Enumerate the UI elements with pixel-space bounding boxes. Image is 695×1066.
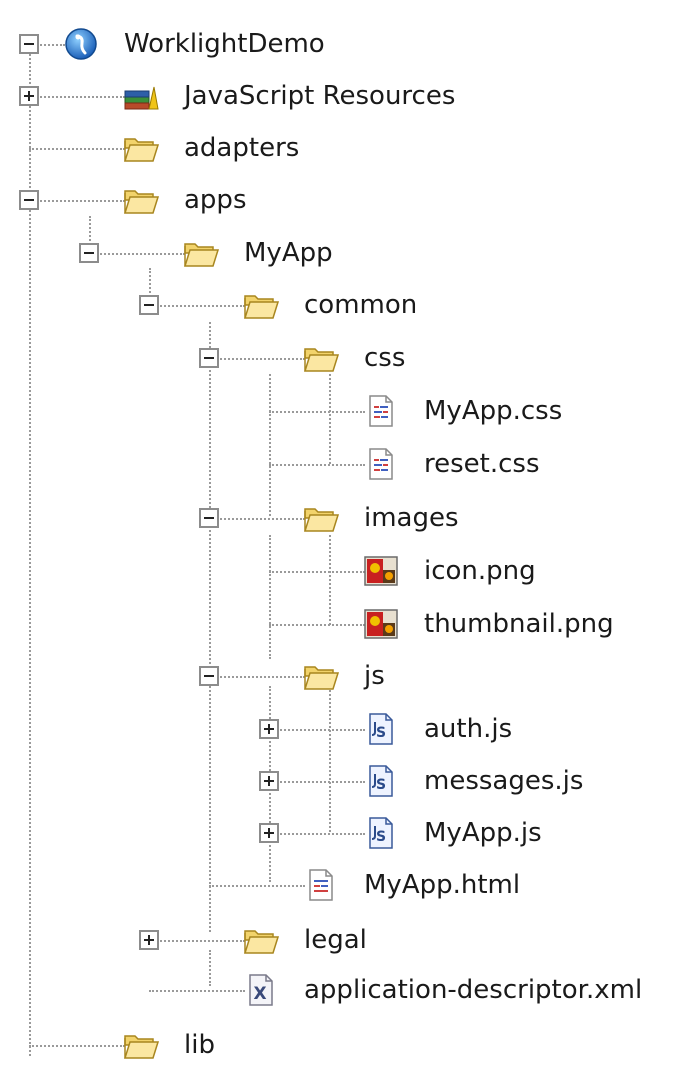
tree-row[interactable]: MyApp <box>0 236 695 270</box>
folder-icon <box>303 501 340 535</box>
folder-icon <box>123 1028 160 1062</box>
tree-row[interactable]: S MyApp.js <box>0 816 695 850</box>
tree-row[interactable]: reset.css <box>0 447 695 481</box>
tree-item-label[interactable]: MyApp.css <box>424 394 562 428</box>
tree-item-label[interactable]: WorklightDemo <box>124 27 325 61</box>
tree-row[interactable]: MyApp.css <box>0 394 695 428</box>
collapse-toggle[interactable] <box>199 508 219 528</box>
tree-item-label[interactable]: auth.js <box>424 712 512 746</box>
tree-row[interactable]: icon.png <box>0 554 695 588</box>
tree-item-label[interactable]: css <box>364 341 405 375</box>
tree-item-label[interactable]: common <box>304 288 417 322</box>
tree-item-label[interactable]: JavaScript Resources <box>184 79 455 113</box>
js-file-icon: S <box>363 712 399 746</box>
tree-item-label[interactable]: messages.js <box>424 764 583 798</box>
folder-icon <box>243 288 280 322</box>
tree-item-label[interactable]: MyApp.js <box>424 816 542 850</box>
tree-item-label[interactable]: icon.png <box>424 554 536 588</box>
tree-guide-line <box>329 686 331 832</box>
collapse-toggle[interactable] <box>199 666 219 686</box>
image-file-icon <box>363 607 399 641</box>
expand-toggle[interactable] <box>259 771 279 791</box>
tree-row[interactable]: css <box>0 341 695 375</box>
folder-icon <box>303 659 340 693</box>
tree-row[interactable]: Xapplication-descriptor.xml <box>0 973 695 1007</box>
image-file-icon <box>363 554 399 588</box>
tree-row[interactable]: JavaScript Resources <box>0 79 695 113</box>
html-file-icon <box>303 868 339 902</box>
tree-row[interactable]: images <box>0 501 695 535</box>
expand-toggle[interactable] <box>259 823 279 843</box>
javascript-resources-icon <box>123 79 159 113</box>
folder-icon <box>303 341 340 375</box>
folder-icon <box>123 131 160 165</box>
collapse-toggle[interactable] <box>19 190 39 210</box>
folder-icon <box>183 236 220 270</box>
tree-row[interactable]: lib <box>0 1028 695 1062</box>
tree-item-label[interactable]: reset.css <box>424 447 540 481</box>
folder-icon <box>123 183 160 217</box>
tree-row[interactable]: js <box>0 659 695 693</box>
svg-text:S: S <box>376 777 386 793</box>
css-file-icon <box>363 394 399 428</box>
tree-row[interactable]: Sauth.js <box>0 712 695 746</box>
tree-row[interactable]: thumbnail.png <box>0 607 695 641</box>
xml-file-icon: X <box>243 973 279 1007</box>
js-file-icon: S <box>363 764 399 798</box>
folder-icon <box>243 923 280 957</box>
tree-item-label[interactable]: js <box>364 659 385 693</box>
tree-item-label[interactable]: apps <box>184 183 247 217</box>
collapse-toggle[interactable] <box>19 34 39 54</box>
tree-item-label[interactable]: lib <box>184 1028 215 1062</box>
js-file-icon: S <box>363 816 399 850</box>
tree-item-label[interactable]: application-descriptor.xml <box>304 973 642 1007</box>
tree-item-label[interactable]: MyApp <box>244 236 333 270</box>
worklight-project-icon <box>63 27 99 61</box>
expand-toggle[interactable] <box>139 930 159 950</box>
css-file-icon <box>363 447 399 481</box>
tree-item-label[interactable]: adapters <box>184 131 299 165</box>
tree-item-label[interactable]: images <box>364 501 459 535</box>
svg-text:X: X <box>253 984 266 1004</box>
svg-text:S: S <box>376 829 386 845</box>
tree-row[interactable]: apps <box>0 183 695 217</box>
tree-row[interactable]: common <box>0 288 695 322</box>
project-explorer-tree: WorklightDemo JavaScript Resources adapter… <box>0 0 695 1060</box>
tree-item-label[interactable]: legal <box>304 923 367 957</box>
tree-item-label[interactable]: thumbnail.png <box>424 607 614 641</box>
expand-toggle[interactable] <box>19 86 39 106</box>
tree-row[interactable]: Smessages.js <box>0 764 695 798</box>
expand-toggle[interactable] <box>259 719 279 739</box>
tree-row[interactable]: WorklightDemo <box>0 27 695 61</box>
collapse-toggle[interactable] <box>199 348 219 368</box>
tree-row[interactable]: MyApp.html <box>0 868 695 902</box>
tree-item-label[interactable]: MyApp.html <box>364 868 520 902</box>
svg-text:S: S <box>376 725 386 741</box>
collapse-toggle[interactable] <box>79 243 99 263</box>
collapse-toggle[interactable] <box>139 295 159 315</box>
tree-row[interactable]: legal <box>0 923 695 957</box>
tree-row[interactable]: adapters <box>0 131 695 165</box>
